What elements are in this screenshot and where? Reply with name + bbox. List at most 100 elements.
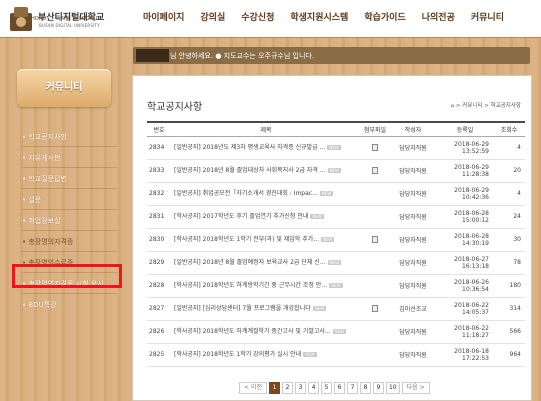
sidebar-item-bdu-lecture[interactable]: BDU특강 bbox=[22, 300, 56, 310]
sidebar-item-school-notice[interactable]: 학교공지사항 bbox=[22, 132, 67, 142]
pager-page-button[interactable]: 1 bbox=[268, 382, 280, 394]
row-title-link[interactable]: [학사공지] 2018학년도 1학기 강의평가 실시 안내 bbox=[174, 351, 301, 358]
nav-community[interactable]: 커뮤니티 bbox=[463, 10, 512, 23]
row-date-time: 11:28:38 bbox=[462, 170, 489, 178]
row-title-link[interactable]: [일반공지] 2018년 8월 졸업대상자 사회복지사 2급 자격 ... bbox=[174, 167, 326, 174]
logo-subtitle: BUSAN DIGITAL UNIVERSITY bbox=[39, 23, 100, 28]
nav-registration[interactable]: 수강신청 bbox=[233, 10, 282, 23]
row-attachment bbox=[361, 320, 389, 344]
row-date: 2018-06-22 14:05:37 bbox=[437, 297, 493, 321]
row-date: 2018-06-29 13:52:59 bbox=[437, 136, 493, 160]
table-row[interactable]: 2827 [일반공지] [심리상담센터] 7월 프로그램을 개강합니다 NEW 김미선… bbox=[147, 297, 525, 321]
row-author: 담당자직원 bbox=[389, 274, 437, 298]
row-title-link[interactable]: [일반공지] 2018년도 제3차 평생교육사 자격증 신규발급 ... bbox=[174, 144, 325, 151]
logout-link[interactable]: LOGOUT bbox=[79, 16, 100, 22]
new-badge: NEW bbox=[312, 306, 327, 311]
row-title-link[interactable]: [학사공지] 2018학년도 하계계절학기 중간고사 및 기말고사... bbox=[174, 328, 331, 335]
row-views: 964 bbox=[493, 343, 525, 367]
redacted-user-name bbox=[136, 49, 169, 62]
message-link[interactable]: 쪽지함 bbox=[56, 16, 70, 22]
pager-next-button[interactable]: 다음 > bbox=[401, 382, 430, 394]
row-title-cell: [학사공지] 2018학년도 하계방학기간 중 근무시간 조정 안... NEW bbox=[171, 274, 361, 298]
top-links: HOME 쪽지함 LOGOUT bbox=[31, 15, 108, 22]
table-row[interactable]: 2825 [학사공지] 2018학년도 1학기 강의평가 실시 안내 NEW 담당자직… bbox=[147, 343, 525, 367]
row-views: 30 bbox=[493, 228, 525, 252]
table-row[interactable]: 2833 [일반공지] 2018년 8월 졸업대상자 사회복지사 2급 자격 ..… bbox=[147, 159, 525, 183]
row-date-time: 16:13:18 bbox=[462, 262, 489, 270]
row-author: 담당자직원 bbox=[389, 228, 437, 252]
nav-mypage[interactable]: 마이페이지 bbox=[135, 10, 192, 23]
pager-page-button[interactable]: 5 bbox=[320, 382, 332, 394]
sidebar-item-job-info[interactable]: 취업정보실 bbox=[22, 216, 60, 226]
home-link[interactable]: HOME bbox=[31, 16, 46, 22]
row-author: 담당자직원 bbox=[389, 182, 437, 206]
row-date-time: 11:18:27 bbox=[462, 331, 489, 339]
row-date: 2018-06-29 11:28:38 bbox=[437, 159, 493, 183]
row-date-time: 14:05:37 bbox=[462, 308, 489, 316]
pager-page-button[interactable]: 6 bbox=[333, 382, 345, 394]
row-title-cell: [학사공지] 2018학년도 1학기 강의평가 실시 안내 NEW bbox=[171, 343, 361, 367]
sidebar-item-free-board[interactable]: 자유게시판 bbox=[22, 153, 60, 163]
table-row[interactable]: 2834 [일반공지] 2018년도 제3차 평생교육사 자격증 신규발급 ...… bbox=[147, 136, 525, 160]
pager-page-button[interactable]: 7 bbox=[346, 382, 358, 394]
row-date: 2018-06-27 16:13:18 bbox=[437, 251, 493, 275]
row-author: 담당자직원 bbox=[389, 251, 437, 275]
attachment-icon[interactable] bbox=[372, 167, 378, 174]
row-number: 2831 bbox=[147, 205, 171, 229]
table-row[interactable]: 2831 [학사공지] 2017학년도 후기 졸업연기 추가신청 안내 NEW 담당자… bbox=[147, 205, 525, 229]
pager-page-button[interactable]: 2 bbox=[281, 382, 293, 394]
row-title-link[interactable]: [일반공지] [심리상담센터] 7월 프로그램을 개강합니다 bbox=[174, 305, 311, 312]
pager-page-button[interactable]: 8 bbox=[359, 382, 371, 394]
table-row[interactable]: 2830 [학사공지] 2018학년도 1학기 전부(과) 및 재입학 추가...… bbox=[147, 228, 525, 252]
nav-student-support[interactable]: 학생지원시스템 bbox=[282, 10, 356, 23]
pager-page-button[interactable]: 10 bbox=[385, 382, 400, 394]
nav-learning-guide[interactable]: 학습가이드 bbox=[356, 10, 413, 23]
row-number: 2833 bbox=[147, 159, 171, 183]
row-title-link[interactable]: [일반공지] 취업공모전「자기소개서 경진대회 : Impac... bbox=[174, 190, 318, 197]
attachment-icon[interactable] bbox=[372, 144, 378, 151]
table-row[interactable]: 2829 [일반공지] 2018년 8월 졸업예정자 보육교사 2급 단체 신..… bbox=[147, 251, 525, 275]
table-row[interactable]: 2832 [일반공지] 취업공모전「자기소개서 경진대회 : Impac... NE… bbox=[147, 182, 525, 206]
main-nav: 마이페이지 강의실 수강신청 학생지원시스템 학습가이드 나의전공 커뮤니티 bbox=[135, 10, 512, 23]
sidebar-item-qna[interactable]: 학교질문답변 bbox=[22, 174, 67, 184]
row-number: 2825 bbox=[147, 343, 171, 367]
table-row[interactable]: 2826 [학사공지] 2018학년도 하계계절학기 중간고사 및 기말고사...… bbox=[147, 320, 525, 344]
sidebar-item-certificate[interactable]: 총장명의자격증 bbox=[22, 237, 73, 247]
notice-message: 님 안녕하세요. ● 지도교수는 오주규수님 입니다. bbox=[170, 52, 315, 60]
nav-my-major[interactable]: 나의전공 bbox=[414, 10, 463, 23]
table-row[interactable]: 2828 [학사공지] 2018학년도 하계방학기간 중 근무시간 조정 안...… bbox=[147, 274, 525, 298]
attachment-icon[interactable] bbox=[372, 305, 378, 312]
new-badge: NEW bbox=[329, 283, 343, 288]
nav-classroom[interactable]: 강의실 bbox=[192, 10, 233, 23]
new-badge: NEW bbox=[310, 214, 324, 219]
row-title-link[interactable]: [학사공지] 2018학년도 하계방학기간 중 근무시간 조정 안... bbox=[174, 282, 327, 289]
row-author: 김미선조교 bbox=[389, 297, 437, 321]
highlight-box bbox=[12, 264, 122, 288]
row-date-day: 2018-06-18 bbox=[454, 347, 489, 355]
pager-page-button[interactable]: 4 bbox=[307, 382, 319, 394]
attachment-icon[interactable] bbox=[372, 236, 378, 243]
row-date-day: 2018-06-29 bbox=[454, 163, 489, 171]
new-badge: NEW bbox=[319, 191, 334, 196]
sidebar-section-title[interactable]: 커뮤니티 bbox=[17, 69, 111, 107]
row-number: 2828 bbox=[147, 274, 171, 298]
pager-page-button[interactable]: 3 bbox=[294, 382, 306, 394]
sidebar-item-survey[interactable]: 설문 bbox=[22, 195, 41, 205]
divider bbox=[22, 209, 117, 210]
row-title-link[interactable]: [일반공지] 2018년 8월 졸업예정자 보육교사 2급 단체 신... bbox=[174, 259, 326, 266]
row-title-cell: [일반공지] 2018년 8월 졸업대상자 사회복지사 2급 자격 ... NEW bbox=[171, 159, 361, 183]
row-title-link[interactable]: [학사공지] 2017학년도 후기 졸업연기 추가신청 안내 bbox=[174, 213, 308, 220]
column-header-views: 조회수 bbox=[493, 121, 525, 137]
pager-prev-button[interactable]: < 이전 bbox=[239, 382, 267, 394]
new-badge: NEW bbox=[303, 352, 317, 357]
pager-page-button[interactable]: 9 bbox=[372, 382, 384, 394]
column-header-title: 제목 bbox=[171, 121, 361, 137]
row-date-day: 2018-06-27 bbox=[454, 255, 489, 263]
column-header-attachment: 첨부파일 bbox=[361, 121, 389, 137]
row-date-time: 17:22:53 bbox=[462, 354, 489, 362]
row-title-cell: [일반공지] [심리상담센터] 7월 프로그램을 개강합니다 NEW bbox=[171, 297, 361, 321]
row-views: 314 bbox=[493, 297, 525, 321]
row-title-link[interactable]: [학사공지] 2018학년도 1학기 전부(과) 및 재입학 추가... bbox=[174, 236, 319, 243]
row-attachment bbox=[361, 251, 389, 275]
row-title-cell: [학사공지] 2017학년도 후기 졸업연기 추가신청 안내 NEW bbox=[171, 205, 361, 229]
